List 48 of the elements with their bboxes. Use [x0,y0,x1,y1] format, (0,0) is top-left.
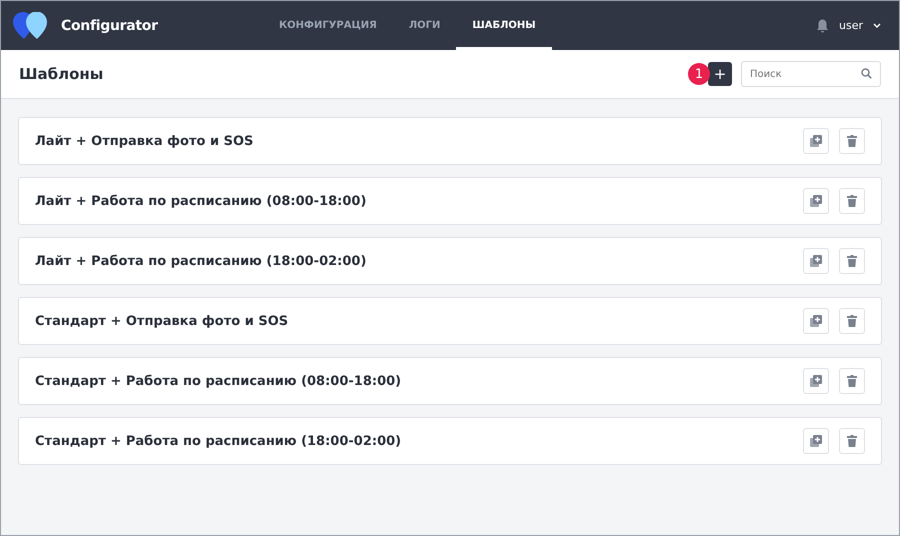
page-title: Шаблоны [19,65,104,83]
delete-button[interactable] [839,428,865,454]
duplicate-button[interactable] [803,368,829,394]
duplicate-button[interactable] [803,308,829,334]
template-card[interactable]: Стандарт + Работа по расписанию (18:00-02:00) [18,417,882,465]
trash-icon [847,435,857,447]
template-name: Стандарт + Работа по расписанию (18:00-02:00) [35,434,402,448]
app-name: Configurator [61,18,158,34]
copy-icon [810,195,822,207]
template-card[interactable]: Лайт + Отправка фото и SOS [18,117,882,165]
bell-icon[interactable] [816,18,829,32]
copy-icon [810,435,822,447]
template-card[interactable]: Стандарт + Работа по расписанию (08:00-18:00) [18,357,882,405]
trash-icon [847,195,857,207]
template-name: Лайт + Отправка фото и SOS [35,134,254,148]
duplicate-button[interactable] [803,428,829,454]
trash-icon [847,375,857,387]
trash-icon [847,135,857,147]
copy-icon [810,315,822,327]
duplicate-button[interactable] [803,128,829,154]
copy-icon [810,135,822,147]
callout-badge: 1 [688,63,710,85]
template-card[interactable]: Лайт + Работа по расписанию (08:00-18:00) [18,177,882,225]
template-name: Лайт + Работа по расписанию (08:00-18:00) [35,194,368,208]
delete-button[interactable] [839,248,865,274]
delete-button[interactable] [839,128,865,154]
duplicate-button[interactable] [803,188,829,214]
duplicate-button[interactable] [803,248,829,274]
template-card[interactable]: Стандарт + Отправка фото и SOS [18,297,882,345]
delete-button[interactable] [839,308,865,334]
trash-icon [847,315,857,327]
chevron-icon[interactable] [873,23,881,28]
add-button[interactable]: + [708,62,732,86]
logo-icon [13,12,49,40]
delete-button[interactable] [839,188,865,214]
user-menu[interactable]: user [839,19,863,32]
template-name: Стандарт + Работа по расписанию (08:00-18:00) [35,374,402,388]
template-name: Лайт + Работа по расписанию (18:00-02:00) [35,254,368,268]
search-icon[interactable] [861,68,872,79]
search-field[interactable]: Поиск [741,61,881,87]
template-name: Стандарт + Отправка фото и SOS [35,314,290,328]
nav-tab[interactable]: КОНФИГУРАЦИЯ [263,1,393,50]
copy-icon [810,375,822,387]
trash-icon [847,255,857,267]
delete-button[interactable] [839,368,865,394]
template-card[interactable]: Лайт + Работа по расписанию (18:00-02:00) [18,237,882,285]
copy-icon [810,255,822,267]
nav-tab[interactable]: ЛОГИ [392,1,456,50]
